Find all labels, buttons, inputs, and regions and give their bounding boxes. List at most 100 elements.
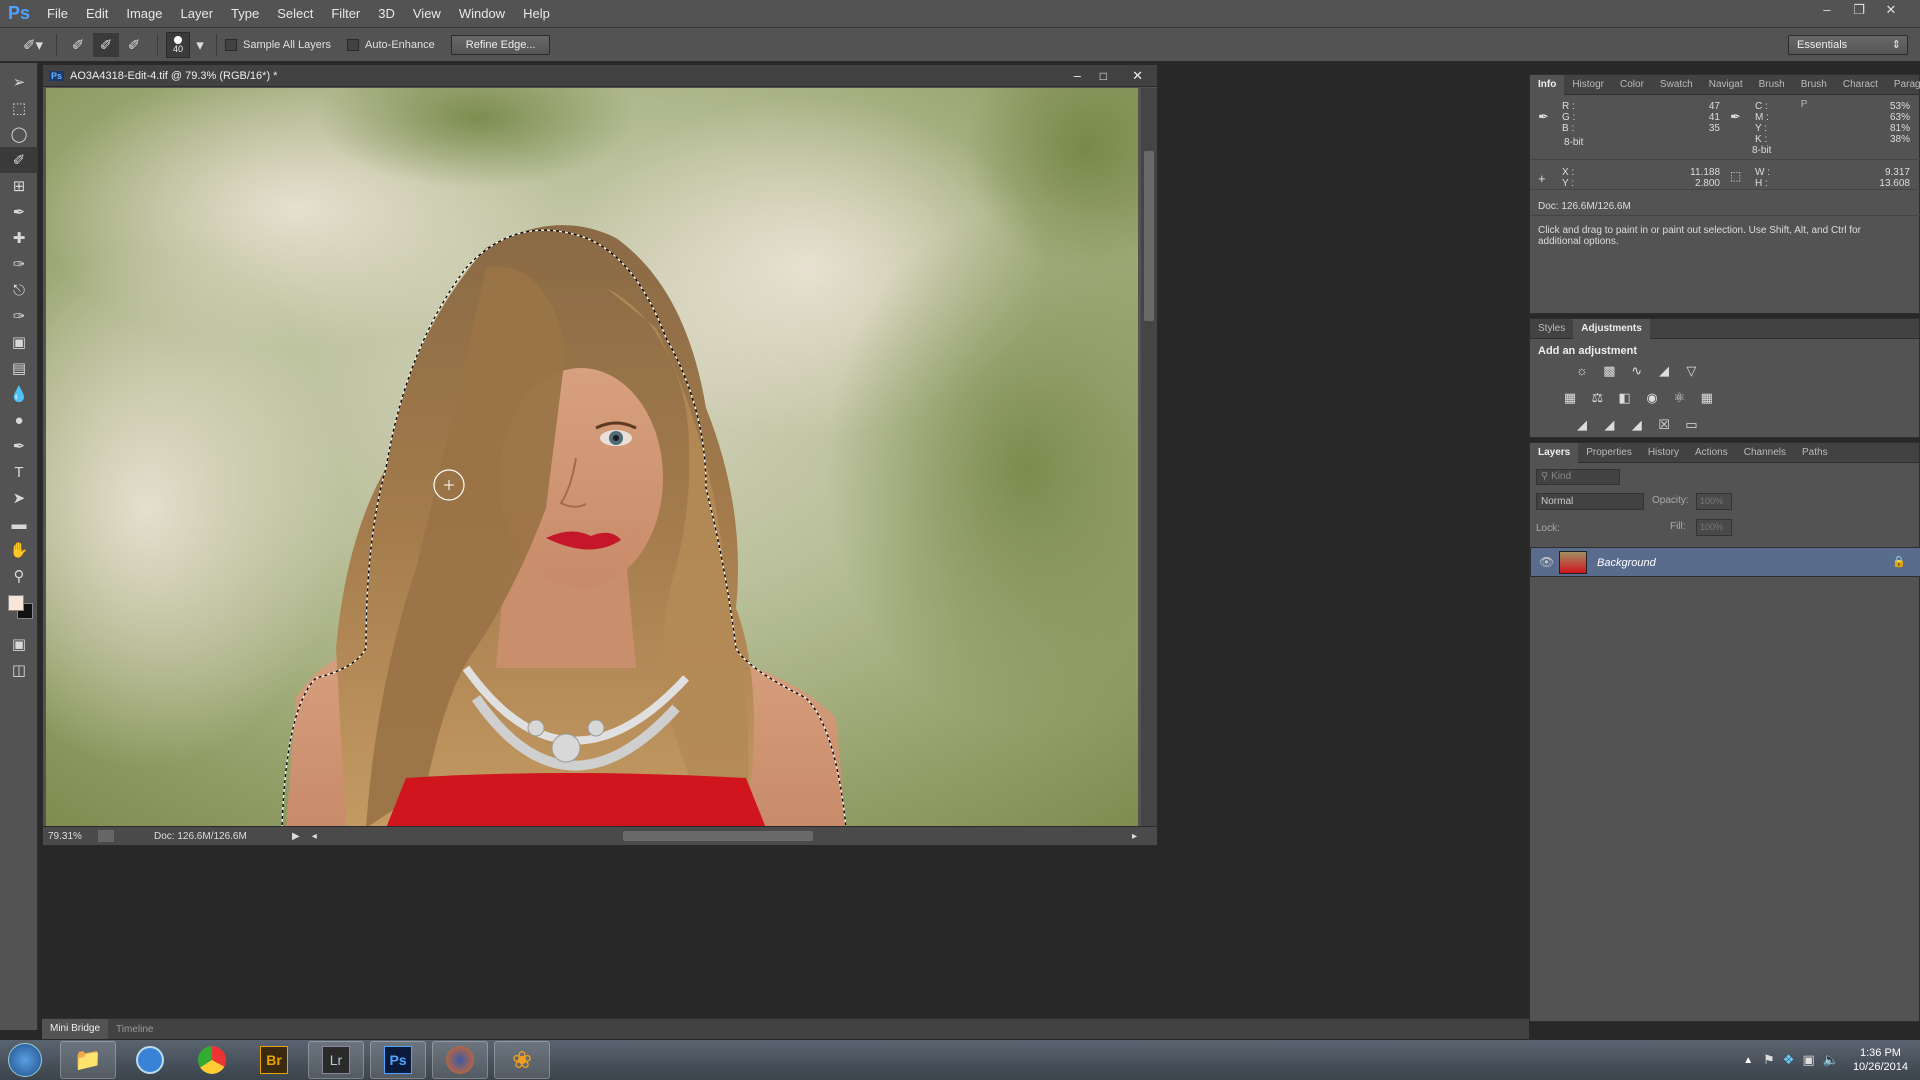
black-white-icon[interactable]: ◧ xyxy=(1616,390,1634,406)
sample-all-layers-checkbox[interactable] xyxy=(225,38,237,51)
shape-tool-icon[interactable]: ▬ xyxy=(0,511,38,537)
tray-expand-icon[interactable]: ▲ xyxy=(1743,1055,1753,1066)
levels-icon[interactable]: ▩ xyxy=(1600,363,1618,379)
brush-tool-icon[interactable]: ✑ xyxy=(0,251,38,277)
selective-color-icon[interactable]: ☒ xyxy=(1655,417,1673,433)
move-tool-icon[interactable]: ➢ xyxy=(0,69,38,95)
tab-adjustments[interactable]: Adjustments xyxy=(1573,318,1650,339)
chevron-down-icon[interactable]: ▾ xyxy=(194,33,206,57)
start-button[interactable] xyxy=(0,1040,50,1080)
curves-icon[interactable]: ∿ xyxy=(1628,363,1646,379)
tab-info[interactable]: Info xyxy=(1530,74,1565,95)
tab-character[interactable]: Charact xyxy=(1835,75,1886,95)
blend-mode-select[interactable]: Normal xyxy=(1536,493,1644,510)
crop-tool-icon[interactable]: ⊞ xyxy=(0,173,38,199)
posterize-icon[interactable]: ◢ xyxy=(1600,417,1618,433)
tab-mini-bridge[interactable]: Mini Bridge xyxy=(42,1019,109,1039)
screen-mode-icon[interactable]: ◫ xyxy=(0,657,38,683)
network-icon[interactable]: ▣ xyxy=(1802,1052,1814,1068)
subtract-from-selection-icon[interactable]: ✐ xyxy=(121,33,147,57)
menu-view[interactable]: View xyxy=(404,0,450,28)
vertical-scrollbar[interactable] xyxy=(1141,88,1157,828)
tab-brush[interactable]: Brush xyxy=(1751,75,1793,95)
action-center-icon[interactable]: ⚑ xyxy=(1763,1052,1775,1068)
gradient-tool-icon[interactable]: ▤ xyxy=(0,355,38,381)
visibility-eye-icon[interactable]: 👁 xyxy=(1539,555,1554,569)
eraser-tool-icon[interactable]: ▣ xyxy=(0,329,38,355)
quick-selection-preset-icon[interactable]: ✐▾ xyxy=(20,33,46,57)
taskbar-bridge[interactable]: Br xyxy=(246,1041,302,1079)
tab-paths[interactable]: Paths xyxy=(1794,443,1836,463)
scroll-right-arrow-icon[interactable]: ▸ xyxy=(1132,831,1137,842)
menu-window[interactable]: Window xyxy=(450,0,514,28)
channel-mixer-icon[interactable]: ⚛ xyxy=(1670,390,1688,406)
menu-3d[interactable]: 3D xyxy=(369,0,404,28)
menu-filter[interactable]: Filter xyxy=(322,0,369,28)
color-balance-icon[interactable]: ⚖ xyxy=(1588,390,1606,406)
menu-type[interactable]: Type xyxy=(222,0,268,28)
tab-styles[interactable]: Styles xyxy=(1530,319,1573,339)
eyedropper-tool-icon[interactable]: ✒ xyxy=(0,199,38,225)
blur-tool-icon[interactable]: 💧 xyxy=(0,381,38,407)
volume-icon[interactable]: 🔈 xyxy=(1823,1052,1839,1068)
dodge-tool-icon[interactable]: ● xyxy=(0,407,38,433)
doc-maximize-icon[interactable]: □ xyxy=(1100,69,1107,83)
refine-edge-button[interactable]: Refine Edge... xyxy=(450,34,551,55)
tab-properties[interactable]: Properties xyxy=(1578,443,1640,463)
clone-stamp-tool-icon[interactable]: ⎋ xyxy=(0,277,38,303)
dropbox-icon[interactable]: ❖ xyxy=(1783,1052,1795,1068)
tab-navigator[interactable]: Navigat xyxy=(1701,75,1751,95)
taskbar-lightroom[interactable]: Lr xyxy=(308,1041,364,1079)
tab-timeline[interactable]: Timeline xyxy=(108,1024,161,1035)
quick-mask-icon[interactable]: ▣ xyxy=(0,631,38,657)
workspace-switcher[interactable]: Essentials ⇕ xyxy=(1788,35,1908,55)
type-tool-icon[interactable]: T xyxy=(0,459,38,485)
tab-layers[interactable]: Layers xyxy=(1530,442,1579,463)
menu-file[interactable]: File xyxy=(38,0,77,28)
fill-input[interactable]: 100% xyxy=(1696,519,1732,536)
doc-close-icon[interactable]: ✕ xyxy=(1132,68,1143,84)
taskbar-explorer[interactable]: 📁 xyxy=(60,1041,116,1079)
app-restore-icon[interactable]: ❐ xyxy=(1846,0,1872,20)
marquee-tool-icon[interactable]: ⬚ xyxy=(0,95,38,121)
taskbar-itunes[interactable] xyxy=(122,1041,178,1079)
quick-selection-tool-icon[interactable]: ✐ xyxy=(0,147,38,173)
menu-layer[interactable]: Layer xyxy=(172,0,223,28)
taskbar-chrome[interactable] xyxy=(184,1041,240,1079)
menu-image[interactable]: Image xyxy=(117,0,171,28)
doc-minimize-icon[interactable]: – xyxy=(1074,68,1081,83)
app-minimize-icon[interactable]: – xyxy=(1814,0,1840,20)
status-menu-arrow-icon[interactable]: ▶ xyxy=(292,831,300,842)
tab-color[interactable]: Color xyxy=(1612,75,1652,95)
photo-filter-icon[interactable]: ◉ xyxy=(1643,390,1661,406)
clock[interactable]: 1:36 PM 10/26/2014 xyxy=(1853,1046,1908,1074)
zoom-tool-icon[interactable]: ⚲ xyxy=(0,563,38,589)
threshold-icon[interactable]: ◢ xyxy=(1628,417,1646,433)
tab-actions[interactable]: Actions xyxy=(1687,443,1736,463)
history-brush-tool-icon[interactable]: ✑ xyxy=(0,303,38,329)
color-lookup-icon[interactable]: ▦ xyxy=(1698,390,1716,406)
taskbar-firefox[interactable] xyxy=(432,1041,488,1079)
gradient-map-icon[interactable]: ▭ xyxy=(1682,417,1700,433)
tab-paragraph[interactable]: Paragrap xyxy=(1886,75,1920,95)
taskbar-photoshop[interactable]: Ps xyxy=(370,1041,426,1079)
tab-swatches[interactable]: Swatch xyxy=(1652,75,1701,95)
vibrance-icon[interactable]: ▽ xyxy=(1682,363,1700,379)
layer-name[interactable]: Background xyxy=(1597,557,1656,569)
auto-enhance-checkbox[interactable] xyxy=(347,38,360,51)
foreground-color-swatch[interactable] xyxy=(8,595,24,611)
horizontal-scroll-thumb[interactable] xyxy=(623,831,813,841)
layer-kind-filter[interactable]: ⚲ Kind xyxy=(1536,469,1620,485)
brightness-icon[interactable]: ☼ xyxy=(1573,363,1591,379)
menu-help[interactable]: Help xyxy=(514,0,559,28)
add-to-selection-icon[interactable]: ✐ xyxy=(93,32,119,57)
invert-icon[interactable]: ◢ xyxy=(1573,417,1591,433)
path-selection-tool-icon[interactable]: ➤ xyxy=(0,485,38,511)
hue-saturation-icon[interactable]: ▦ xyxy=(1561,390,1579,406)
brush-picker[interactable]: 40 xyxy=(166,31,190,58)
tab-brush-presets[interactable]: Brush P xyxy=(1793,75,1835,110)
healing-brush-tool-icon[interactable]: ✚ xyxy=(0,225,38,251)
tab-history[interactable]: History xyxy=(1640,443,1687,463)
status-info-icon[interactable] xyxy=(98,830,114,842)
menu-edit[interactable]: Edit xyxy=(77,0,117,28)
